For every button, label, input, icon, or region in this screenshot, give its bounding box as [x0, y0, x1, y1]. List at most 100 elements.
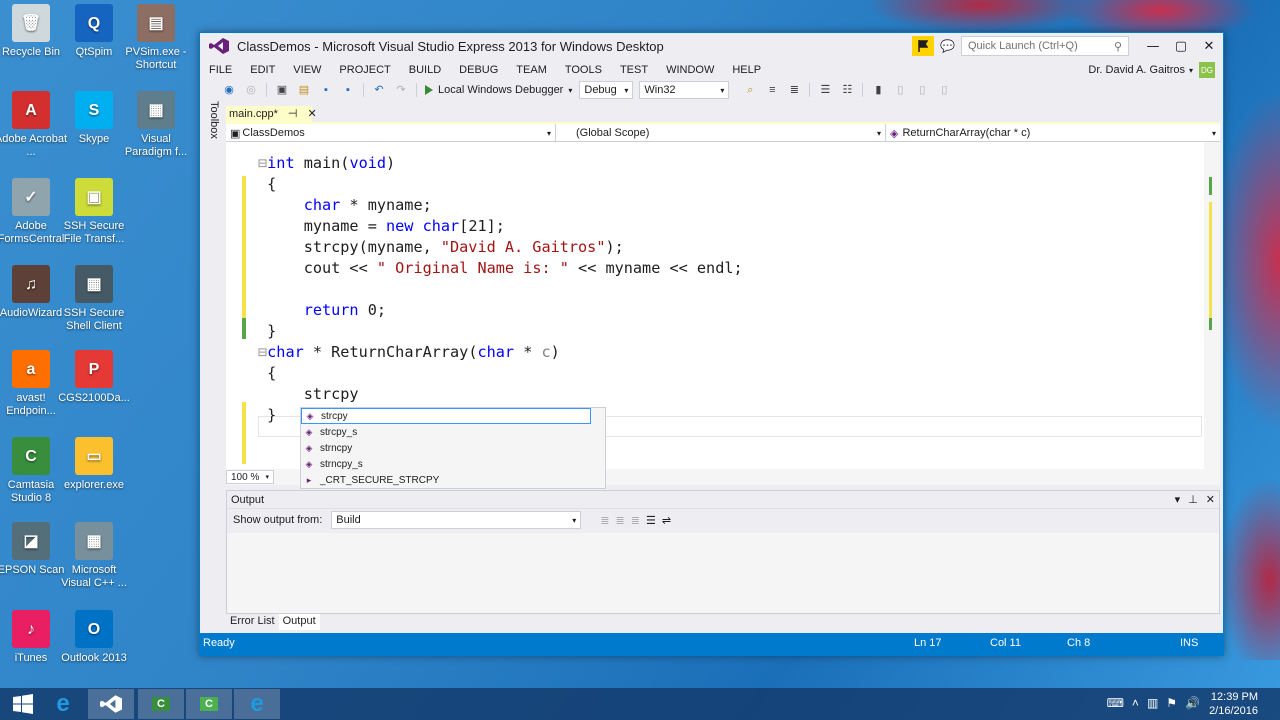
tab-main-cpp[interactable]: main.cpp* ⊣ ✕	[226, 106, 317, 123]
desktop-icon-pvsim[interactable]: ▤ PVSim.exe - Shortcut	[118, 4, 194, 72]
new-project-icon[interactable]: ▣	[274, 83, 290, 97]
menu-help[interactable]: HELP	[723, 64, 770, 76]
word-wrap-icon[interactable]: ⇌	[662, 514, 671, 527]
bookmark-icon[interactable]: ▮	[870, 83, 886, 97]
indent-icon[interactable]: ≡	[764, 83, 780, 97]
menu-view[interactable]: VIEW	[284, 64, 330, 76]
intellisense-item[interactable]: ◈ strncpy_s	[301, 456, 605, 472]
tab-error-list[interactable]: Error List	[226, 614, 279, 630]
menu-edit[interactable]: EDIT	[241, 64, 284, 76]
solution-platform-select[interactable]: Win32 ▾	[639, 81, 730, 99]
start-debugging-button[interactable]: Local Windows Debugger ▾	[425, 84, 572, 96]
find-in-files-icon[interactable]: ⌕	[742, 83, 758, 97]
solution-configuration-select[interactable]: Debug ▾	[579, 81, 634, 99]
avatar[interactable]: DG	[1199, 62, 1215, 78]
adobe-formscentral-icon: ✓	[12, 178, 50, 216]
volume-icon[interactable]: 🔊	[1185, 696, 1200, 710]
vertical-scrollbar[interactable]	[1204, 142, 1220, 469]
save-all-icon[interactable]: ▪	[340, 83, 356, 97]
intellisense-scrollbar[interactable]	[592, 408, 604, 488]
toolbox-tab[interactable]: Toolbox	[204, 101, 220, 151]
notification-flag-icon[interactable]	[912, 36, 935, 56]
outdent-icon[interactable]: ≣	[786, 83, 802, 97]
project-select[interactable]: ▣ ClassDemos ▾	[226, 124, 556, 142]
minimize-button[interactable]: —	[1139, 39, 1167, 54]
menu-window[interactable]: WINDOW	[657, 64, 723, 76]
close-tab-icon[interactable]: ✕	[308, 107, 317, 120]
internet-explorer-icon[interactable]: e	[40, 689, 86, 719]
close-icon[interactable]: ✕	[1206, 493, 1215, 506]
comment-icon[interactable]: ☰	[817, 83, 833, 97]
user-name[interactable]: Dr. David A. Gaitros	[1088, 64, 1185, 76]
tab-output[interactable]: Output	[278, 614, 320, 630]
camtasia-taskbar-icon[interactable]: C	[138, 689, 184, 719]
redo-icon[interactable]: ↷	[393, 83, 409, 97]
close-button[interactable]: ✕	[1195, 39, 1223, 54]
prev-message-icon[interactable]: ≣	[616, 514, 625, 527]
output-content[interactable]	[227, 533, 1219, 613]
internet-explorer-active-icon[interactable]: e	[234, 689, 280, 719]
network-icon[interactable]: ▥	[1147, 696, 1158, 710]
pin-icon[interactable]: ⊥	[1188, 493, 1198, 506]
output-source-select[interactable]: Build ▾	[331, 511, 582, 529]
forward-icon[interactable]: ◎	[243, 83, 259, 97]
desktop-icon-explorer[interactable]: ▭ explorer.exe	[56, 437, 132, 492]
prev-bookmark-icon[interactable]: ▯	[892, 83, 908, 97]
visual-paradigm-icon: ▦	[137, 91, 175, 129]
outlook-icon: O	[75, 610, 113, 648]
menu-tools[interactable]: TOOLS	[556, 64, 611, 76]
menu-team[interactable]: TEAM	[507, 64, 556, 76]
status-text: Ready	[203, 637, 235, 649]
camtasia-recorder-taskbar-icon[interactable]: C	[186, 689, 232, 719]
chevron-down-icon: ▾	[624, 85, 629, 95]
clock[interactable]: 12:39 PM 2/16/2016	[1209, 690, 1258, 718]
quick-launch-input[interactable]: Quick Launch (Ctrl+Q) ⚲	[961, 36, 1129, 56]
desktop-icon-visual-paradigm[interactable]: ▦ Visual Paradigm f...	[118, 91, 194, 159]
explorer-icon: ▭	[75, 437, 113, 475]
collapse-icon[interactable]: ⊟	[258, 154, 267, 172]
save-icon[interactable]: ▪	[318, 83, 334, 97]
intellisense-item[interactable]: ▸ _CRT_SECURE_STRCPY	[301, 472, 605, 488]
chevron-down-icon[interactable]: ▾	[1189, 66, 1193, 75]
method-icon: ◈	[890, 127, 899, 140]
open-file-icon[interactable]: ▤	[296, 83, 312, 97]
menu-file[interactable]: FILE	[200, 64, 241, 76]
clear-all-icon[interactable]: ☰	[646, 514, 656, 527]
desktop-icon-ssh-shell-client[interactable]: ▦ SSH Secure Shell Client	[56, 265, 132, 333]
keyboard-icon[interactable]: ⌨	[1107, 696, 1124, 710]
next-message-icon[interactable]: ≣	[631, 514, 640, 527]
intellisense-list[interactable]: ◈ strcpy ◈ strcpy_s ◈ strncpy ◈ strncpy_s ▸ _CRT_…	[300, 407, 606, 489]
chevron-up-icon[interactable]: ˄	[1132, 696, 1139, 710]
code-content[interactable]: ⊟int main(void) { char * myname; myname …	[258, 153, 743, 426]
intellisense-item[interactable]: ◈ strcpy	[301, 408, 591, 424]
camtasia-studio-icon: C	[12, 437, 50, 475]
member-select[interactable]: ◈ ReturnCharArray(char * c) ▾	[886, 124, 1220, 142]
intellisense-item[interactable]: ◈ strcpy_s	[301, 424, 605, 440]
desktop-icon-outlook[interactable]: O Outlook 2013	[56, 610, 132, 665]
back-icon[interactable]: ◉	[221, 83, 237, 97]
scope-select[interactable]: (Global Scope) ▾	[556, 124, 886, 142]
desktop-icon-cgs2100-pdf[interactable]: P CGS2100Da...	[56, 350, 132, 405]
output-panel-title: Output	[231, 493, 265, 506]
action-center-icon[interactable]: ⚑	[1166, 696, 1177, 710]
pin-icon[interactable]: ⊣	[288, 107, 298, 120]
desktop-icon-ssh-file-transfer[interactable]: ▣ SSH Secure File Transf...	[56, 178, 132, 246]
desktop-icon-visual-cpp[interactable]: ▦ Microsoft Visual C++ ...	[56, 522, 132, 590]
navigation-bar: ▣ ClassDemos ▾ (Global Scope) ▾ ◈ ReturnCh…	[226, 124, 1220, 142]
intellisense-item[interactable]: ◈ strncpy	[301, 440, 605, 456]
find-message-icon[interactable]: ≣	[600, 514, 609, 527]
menu-test[interactable]: TEST	[611, 64, 657, 76]
menu-project[interactable]: PROJECT	[330, 64, 399, 76]
maximize-button[interactable]: ▢	[1167, 39, 1195, 54]
undo-icon[interactable]: ↶	[371, 83, 387, 97]
menu-build[interactable]: BUILD	[400, 64, 450, 76]
clear-bookmarks-icon[interactable]: ▯	[936, 83, 952, 97]
chevron-down-icon[interactable]: ▾	[1175, 493, 1181, 506]
zoom-select[interactable]: 100 % ▾	[226, 470, 274, 484]
feedback-icon[interactable]: 💬	[940, 39, 955, 53]
uncomment-icon[interactable]: ☷	[839, 83, 855, 97]
line-number: Ln 17	[914, 637, 942, 649]
next-bookmark-icon[interactable]: ▯	[914, 83, 930, 97]
menu-debug[interactable]: DEBUG	[450, 64, 507, 76]
visual-studio-taskbar-icon[interactable]	[88, 689, 134, 719]
